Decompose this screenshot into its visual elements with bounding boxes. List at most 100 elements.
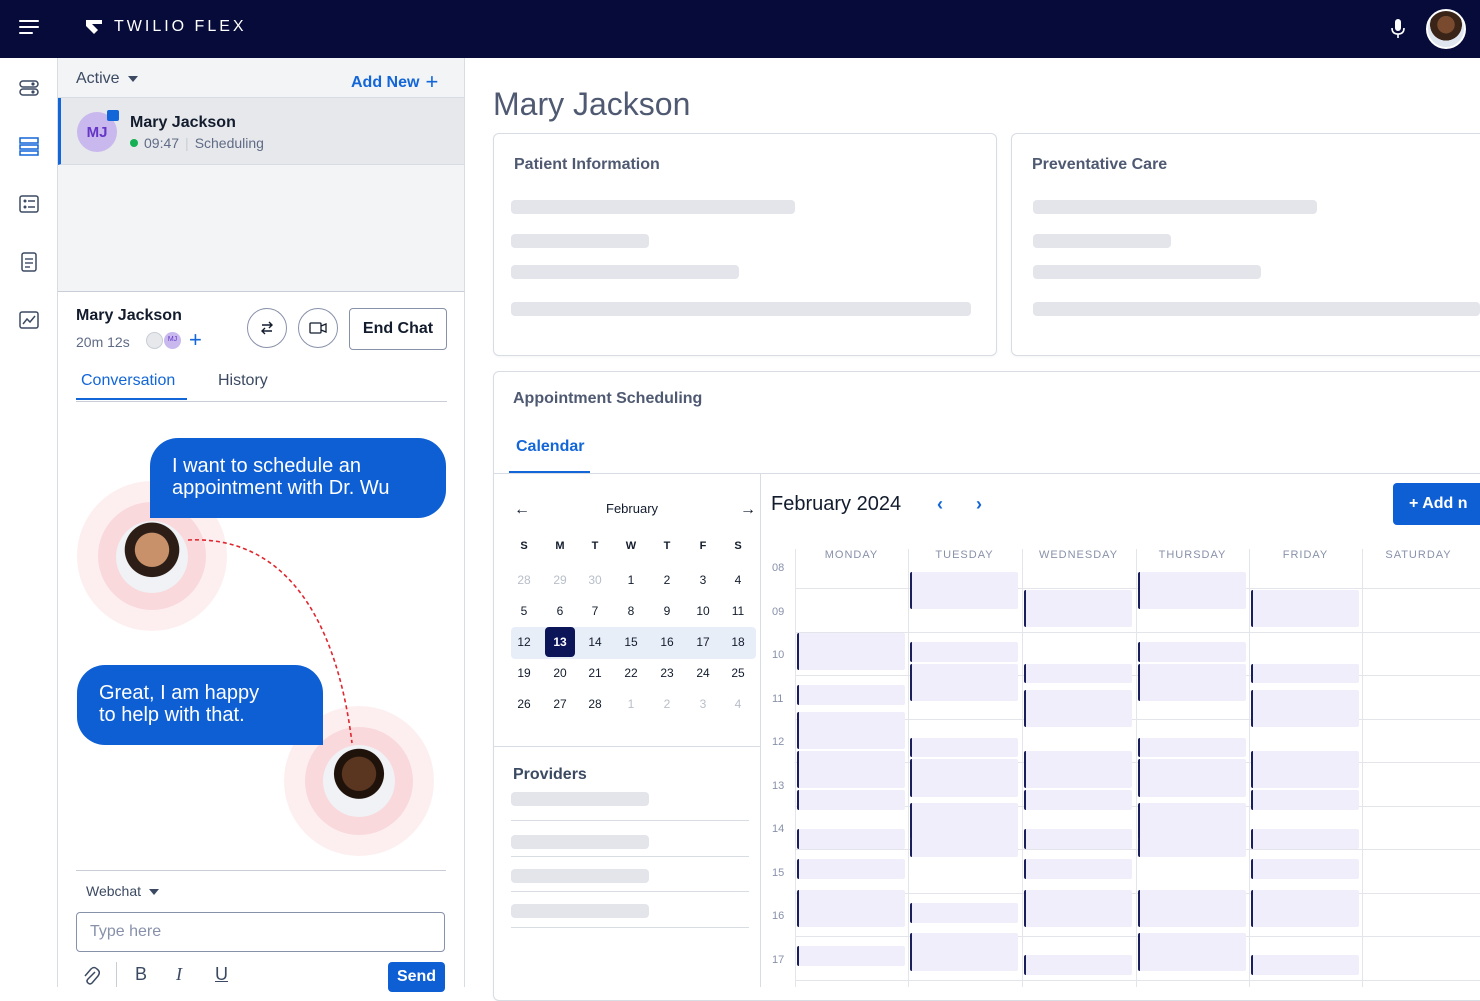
calendar-day[interactable]: 20 — [545, 658, 575, 688]
appointment-slot[interactable] — [1024, 955, 1132, 975]
appointment-slot[interactable] — [797, 685, 905, 706]
calendar-day[interactable]: 28 — [580, 689, 610, 719]
appointment-slot[interactable] — [1138, 933, 1246, 971]
calendar-day[interactable]: 30 — [580, 565, 610, 595]
appointment-slot[interactable] — [910, 737, 1018, 758]
calendar-day[interactable]: 9 — [652, 596, 682, 626]
send-button[interactable]: Send — [388, 962, 445, 992]
appointment-slot[interactable] — [1251, 689, 1359, 727]
message-input[interactable] — [76, 912, 445, 952]
appointment-slot[interactable] — [910, 759, 1018, 797]
calendar-day[interactable]: 1 — [616, 689, 646, 719]
appointment-slot[interactable] — [1024, 889, 1132, 928]
appointment-slot[interactable] — [1251, 955, 1359, 975]
calendar-day[interactable]: 15 — [616, 627, 646, 657]
calendar-day[interactable]: 22 — [616, 658, 646, 688]
checklist-icon[interactable] — [19, 252, 39, 272]
end-chat-button[interactable]: End Chat — [349, 308, 447, 350]
calendar-day[interactable]: 24 — [688, 658, 718, 688]
appointment-slot[interactable] — [1024, 689, 1132, 727]
underline-button[interactable]: U — [215, 964, 228, 985]
appointment-slot[interactable] — [797, 859, 905, 880]
calendar-day[interactable]: 2 — [652, 689, 682, 719]
prev-week-chevron-icon[interactable]: ‹ — [937, 494, 943, 515]
next-month-arrow-icon[interactable]: → — [740, 501, 756, 519]
calendar-day[interactable]: 10 — [688, 596, 718, 626]
agent-desktop-icon[interactable] — [19, 136, 39, 156]
calendar-day[interactable]: 1 — [616, 565, 646, 595]
transfer-button[interactable] — [247, 308, 287, 348]
calendar-day[interactable]: 23 — [652, 658, 682, 688]
calendar-day[interactable]: 4 — [723, 689, 753, 719]
tab-history[interactable]: History — [218, 372, 268, 390]
calendar-day[interactable]: 12 — [509, 627, 539, 657]
analytics-icon[interactable] — [19, 310, 39, 330]
appointment-slot[interactable] — [1251, 750, 1359, 788]
appointment-slot[interactable] — [1251, 859, 1359, 880]
next-week-chevron-icon[interactable]: › — [976, 494, 982, 515]
calendar-day[interactable]: 8 — [616, 596, 646, 626]
calendar-day[interactable]: 3 — [688, 689, 718, 719]
switch-toggle-icon[interactable] — [19, 78, 39, 98]
appointment-slot[interactable] — [797, 789, 905, 810]
video-button[interactable] — [298, 308, 338, 348]
appointment-slot[interactable] — [1024, 829, 1132, 849]
microphone-icon[interactable] — [1390, 18, 1406, 40]
calendar-day[interactable]: 17 — [688, 627, 718, 657]
appointment-slot[interactable] — [910, 837, 1018, 858]
appointment-slot[interactable] — [1251, 663, 1359, 684]
calendar-day[interactable]: 11 — [723, 596, 753, 626]
task-card[interactable]: MJ Mary Jackson 09:47 | Scheduling — [58, 98, 464, 165]
appointment-slot[interactable] — [1138, 837, 1246, 858]
add-participant-button[interactable]: + — [189, 327, 202, 353]
appointment-slot[interactable] — [1138, 759, 1246, 797]
calendar-day[interactable]: 19 — [509, 658, 539, 688]
calendar-day[interactable]: 28 — [509, 565, 539, 595]
channel-dropdown[interactable]: Webchat — [86, 883, 159, 899]
calendar-day[interactable]: 3 — [688, 565, 718, 595]
appointment-slot[interactable] — [797, 633, 905, 671]
appointment-slot[interactable] — [1024, 663, 1132, 684]
appointment-slot[interactable] — [1024, 859, 1132, 880]
appointment-slot[interactable] — [910, 663, 1018, 701]
appointment-slot[interactable] — [1138, 641, 1246, 662]
appointment-slot[interactable] — [910, 933, 1018, 971]
calendar-day[interactable]: 16 — [652, 627, 682, 657]
calendar-day[interactable]: 18 — [723, 627, 753, 657]
calendar-day[interactable]: 14 — [580, 627, 610, 657]
appointment-slot[interactable] — [1024, 789, 1132, 810]
calendar-day[interactable]: 27 — [545, 689, 575, 719]
appointment-slot[interactable] — [797, 711, 905, 749]
appointment-slot[interactable] — [1251, 889, 1359, 928]
add-appointment-button[interactable]: + Add n — [1393, 483, 1480, 525]
tab-conversation[interactable]: Conversation — [76, 372, 187, 400]
appointment-slot[interactable] — [910, 802, 1018, 841]
appointment-slot[interactable] — [1138, 663, 1246, 701]
task-filter-dropdown[interactable]: Active — [76, 70, 138, 88]
appointment-slot[interactable] — [1138, 572, 1246, 610]
appointment-slot[interactable] — [910, 902, 1018, 923]
appointment-slot[interactable] — [1138, 737, 1246, 758]
appointment-slot[interactable] — [1138, 802, 1246, 841]
appointment-slot[interactable] — [1024, 750, 1132, 788]
calendar-day[interactable]: 21 — [580, 658, 610, 688]
calendar-day[interactable]: 25 — [723, 658, 753, 688]
menu-icon[interactable] — [19, 20, 39, 36]
appointment-slot[interactable] — [1138, 889, 1246, 928]
calendar-day[interactable]: 6 — [545, 596, 575, 626]
appointment-slot[interactable] — [797, 946, 905, 967]
bold-button[interactable]: B — [135, 964, 147, 985]
calendar-day[interactable]: 26 — [509, 689, 539, 719]
appointment-slot[interactable] — [797, 829, 905, 849]
prev-month-arrow-icon[interactable]: ← — [514, 501, 530, 519]
calendar-day[interactable]: 13 — [545, 627, 575, 657]
appointment-slot[interactable] — [1024, 589, 1132, 627]
italic-button[interactable]: I — [176, 964, 182, 985]
appointment-slot[interactable] — [910, 572, 1018, 610]
appointment-slot[interactable] — [910, 641, 1018, 662]
calendar-day[interactable]: 5 — [509, 596, 539, 626]
teams-view-icon[interactable] — [19, 194, 39, 214]
calendar-day[interactable]: 29 — [545, 565, 575, 595]
attachment-icon[interactable] — [82, 966, 100, 986]
user-avatar[interactable] — [1426, 9, 1466, 49]
